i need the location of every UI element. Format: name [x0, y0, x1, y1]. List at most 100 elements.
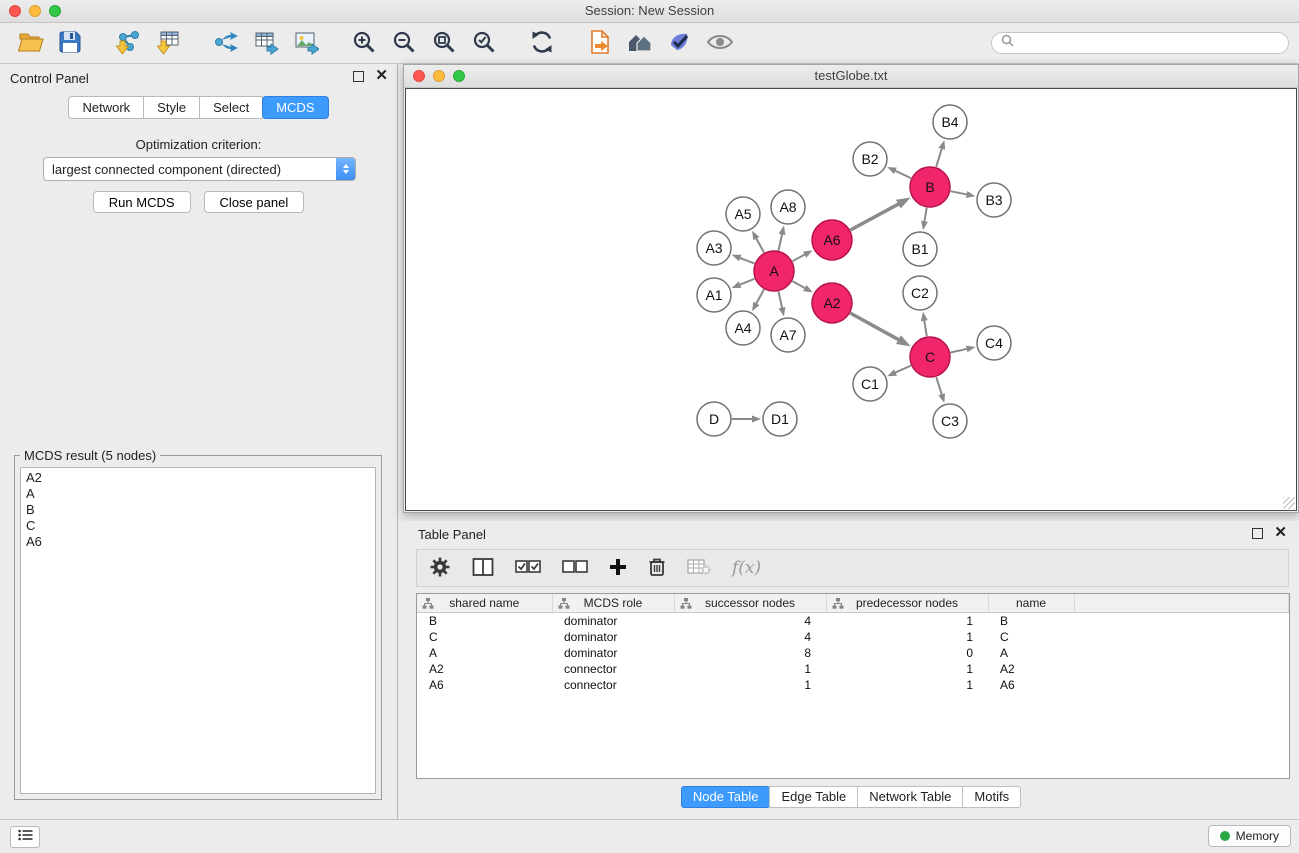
mcds-node[interactable]: C: [910, 337, 950, 377]
delete-table-button[interactable]: [687, 558, 711, 579]
edge[interactable]: [924, 319, 927, 337]
table-cell[interactable]: A2: [988, 661, 1074, 677]
tab-style[interactable]: Style: [143, 96, 200, 119]
node[interactable]: C1: [853, 367, 887, 401]
table-row[interactable]: Bdominator41B: [417, 613, 1289, 630]
mcds-node[interactable]: B: [910, 167, 950, 207]
float-panel-icon[interactable]: [353, 71, 364, 82]
table-cell[interactable]: 4: [674, 613, 826, 630]
zoom-window-button[interactable]: [49, 5, 61, 17]
show-columns-button[interactable]: [472, 557, 494, 580]
node[interactable]: B4: [933, 105, 967, 139]
mcds-result-item[interactable]: B: [26, 502, 370, 518]
table-cell[interactable]: 1: [674, 661, 826, 677]
table-cell[interactable]: C: [988, 629, 1074, 645]
edge[interactable]: [951, 191, 969, 195]
close-window-button[interactable]: [9, 5, 21, 17]
tab-node-table[interactable]: Node Table: [681, 786, 771, 808]
save-session-button[interactable]: [52, 26, 88, 60]
column-header-predecessor-nodes[interactable]: predecessor nodes: [826, 594, 988, 613]
table-row[interactable]: A6connector11A6: [417, 677, 1289, 693]
edge[interactable]: [778, 292, 782, 310]
export-table-button[interactable]: [248, 26, 284, 60]
tab-edge-table[interactable]: Edge Table: [769, 786, 858, 808]
home-button[interactable]: [622, 26, 658, 60]
table-cell[interactable]: connector: [552, 661, 674, 677]
export-image-button[interactable]: [288, 26, 324, 60]
mcds-result-item[interactable]: A2: [26, 470, 370, 486]
node[interactable]: A8: [771, 190, 805, 224]
edge[interactable]: [850, 203, 900, 230]
table-cell[interactable]: A: [988, 645, 1074, 661]
table-cell[interactable]: A6: [417, 677, 552, 693]
mcds-node[interactable]: A6: [812, 220, 852, 260]
node[interactable]: D1: [763, 402, 797, 436]
mcds-result-item[interactable]: A6: [26, 534, 370, 550]
import-table-button[interactable]: [150, 26, 186, 60]
zoom-in-button[interactable]: [346, 26, 382, 60]
node[interactable]: A5: [726, 197, 760, 231]
zoom-selected-button[interactable]: [466, 26, 502, 60]
edge[interactable]: [894, 170, 911, 178]
node-table-container[interactable]: shared name MCDS role successor nodes pr…: [416, 593, 1290, 779]
select-all-columns-button[interactable]: [515, 559, 541, 578]
unselect-all-columns-button[interactable]: [562, 559, 588, 578]
edge[interactable]: [793, 254, 807, 261]
table-row[interactable]: Cdominator41C: [417, 629, 1289, 645]
table-cell[interactable]: 1: [826, 629, 988, 645]
edge[interactable]: [894, 366, 911, 374]
edge[interactable]: [792, 281, 806, 289]
node[interactable]: A7: [771, 318, 805, 352]
delete-column-button[interactable]: [648, 557, 666, 580]
edge[interactable]: [778, 232, 782, 250]
show-table-panel-button[interactable]: [10, 826, 40, 848]
tab-motifs[interactable]: Motifs: [962, 786, 1021, 808]
node[interactable]: C2: [903, 276, 937, 310]
edge[interactable]: [951, 349, 969, 353]
table-row[interactable]: Adominator80A: [417, 645, 1289, 661]
node[interactable]: A3: [697, 231, 731, 265]
table-cell[interactable]: 1: [826, 661, 988, 677]
table-cell[interactable]: B: [417, 613, 552, 630]
tab-select[interactable]: Select: [199, 96, 263, 119]
table-cell[interactable]: B: [988, 613, 1074, 630]
export-network-button[interactable]: [208, 26, 244, 60]
open-document-button[interactable]: [582, 26, 618, 60]
close-table-panel-icon[interactable]: ✕: [1274, 527, 1287, 539]
table-cell[interactable]: connector: [552, 677, 674, 693]
minimize-window-button[interactable]: [29, 5, 41, 17]
tab-network[interactable]: Network: [68, 96, 144, 119]
node[interactable]: B2: [853, 142, 887, 176]
show-graphics-button[interactable]: [702, 26, 738, 60]
run-mcds-button[interactable]: Run MCDS: [93, 191, 191, 213]
close-panel-button[interactable]: Close panel: [204, 191, 305, 213]
column-header-shared-name[interactable]: shared name: [417, 594, 552, 613]
open-session-button[interactable]: [12, 26, 48, 60]
network-close-button[interactable]: [413, 70, 425, 82]
table-cell[interactable]: 8: [674, 645, 826, 661]
network-canvas[interactable]: B4B2BB3A5A8A6B1A3AC2A1A2A4A7C4CC1C3DD1: [405, 88, 1297, 511]
table-cell[interactable]: dominator: [552, 629, 674, 645]
table-cell[interactable]: dominator: [552, 645, 674, 661]
table-cell[interactable]: C: [417, 629, 552, 645]
table-cell[interactable]: 1: [826, 677, 988, 693]
table-cell[interactable]: 0: [826, 645, 988, 661]
close-panel-icon[interactable]: ✕: [375, 70, 388, 82]
node[interactable]: C3: [933, 404, 967, 438]
column-header-mcds-role[interactable]: MCDS role: [552, 594, 674, 613]
mcds-result-item[interactable]: C: [26, 518, 370, 534]
edge[interactable]: [924, 208, 927, 224]
mcds-result-list[interactable]: A2ABCA6: [20, 467, 376, 794]
table-options-button[interactable]: [429, 556, 451, 581]
import-network-button[interactable]: [110, 26, 146, 60]
node[interactable]: A4: [726, 311, 760, 345]
table-cell[interactable]: A: [417, 645, 552, 661]
table-cell[interactable]: dominator: [552, 613, 674, 630]
style-check-button[interactable]: [662, 26, 698, 60]
mcds-node[interactable]: A: [754, 251, 794, 291]
network-minimize-button[interactable]: [433, 70, 445, 82]
tab-network-table[interactable]: Network Table: [857, 786, 963, 808]
edge[interactable]: [936, 147, 942, 167]
node[interactable]: B3: [977, 183, 1011, 217]
node[interactable]: C4: [977, 326, 1011, 360]
